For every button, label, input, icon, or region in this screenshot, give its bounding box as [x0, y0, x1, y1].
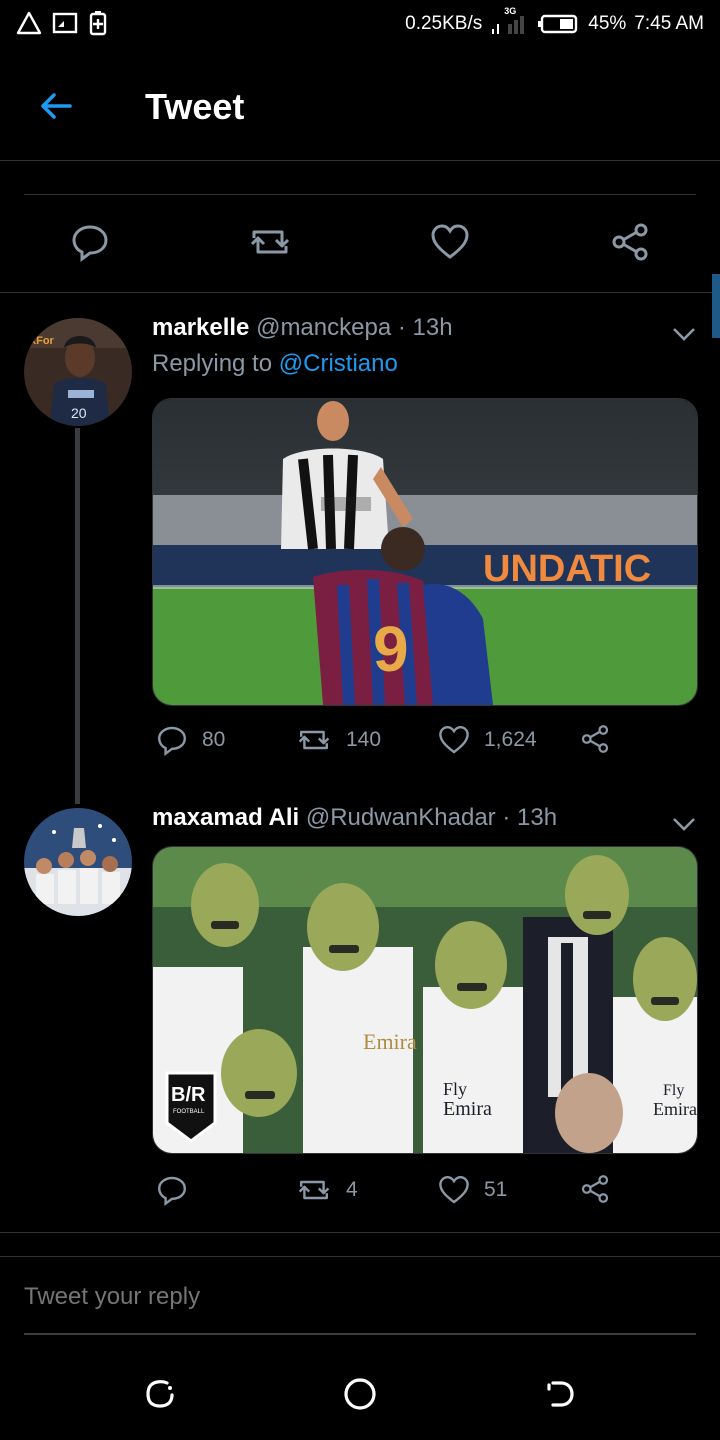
retweet-count: 4: [346, 1178, 358, 1201]
status-icons-left: [16, 10, 108, 36]
timestamp: · 13h: [397, 314, 453, 341]
user-handle[interactable]: @manckepa: [256, 314, 391, 341]
svg-text:Fly: Fly: [663, 1082, 684, 1099]
tweet-menu-button[interactable]: [670, 810, 698, 838]
chevron-down-icon: [673, 328, 695, 341]
divider: [0, 1232, 720, 1233]
home-button[interactable]: [340, 1374, 380, 1414]
display-name[interactable]: markelle: [152, 314, 249, 341]
svg-text:Fly: Fly: [443, 1079, 467, 1099]
tweet-header: maxamad Ali @RudwanKhadar · 13h: [152, 804, 557, 832]
warning-icon: [16, 11, 42, 35]
reply-count: 80: [202, 728, 226, 751]
photo-real-madrid-meme: Emira Fly Emira Fly Emira B/R FOOTBALL: [153, 847, 697, 1153]
back-button[interactable]: [34, 84, 78, 128]
page-title: Tweet: [145, 86, 245, 127]
display-name[interactable]: maxamad Ali: [152, 804, 299, 831]
photo-soccer-celebration: UNDATIC 9: [153, 399, 697, 705]
tweet-actions: 80 140 1,624: [152, 724, 712, 764]
mention-link[interactable]: @Cristiano: [279, 350, 398, 377]
heart-icon: [439, 725, 469, 754]
network-speed: 0.25KB/s: [405, 13, 483, 34]
tweet-image[interactable]: Emira Fly Emira Fly Emira B/R FOOTBALL: [152, 846, 698, 1154]
reply-button[interactable]: [156, 1174, 202, 1206]
svg-text:9: 9: [373, 613, 409, 685]
battery-icon: [538, 13, 580, 35]
reply-input-underline: [24, 1333, 696, 1335]
recents-button[interactable]: [140, 1374, 180, 1414]
retweet-button[interactable]: 4: [296, 1174, 358, 1206]
thread-line: [75, 428, 80, 804]
tweet-header: markelle @manckepa · 13h: [152, 314, 453, 342]
retweet-icon: [250, 230, 290, 254]
share-icon: [581, 725, 609, 753]
heart-icon: [431, 224, 469, 259]
avatar[interactable]: [24, 808, 132, 916]
share-button[interactable]: [608, 220, 652, 264]
avatar-team-celebration: [24, 808, 132, 916]
avatar-basketball-player: xFor 20: [24, 318, 132, 426]
reply-composer: [0, 1256, 720, 1335]
retweet-button[interactable]: [248, 220, 292, 264]
battery-saver-icon: [88, 10, 108, 36]
like-button[interactable]: 1,624: [438, 724, 537, 756]
reply-button[interactable]: [68, 220, 112, 264]
like-count: 51: [484, 1178, 508, 1201]
svg-text:xFor: xFor: [30, 335, 55, 347]
divider: [0, 292, 720, 293]
retweet-count: 140: [346, 728, 382, 751]
back-nav-button[interactable]: [540, 1374, 580, 1414]
svg-text:Emira: Emira: [443, 1098, 492, 1120]
system-nav-bar: [0, 1350, 720, 1440]
reply-icon: [72, 225, 108, 262]
timestamp: · 13h: [502, 804, 558, 831]
tweet-actions: 4 51: [152, 1174, 712, 1214]
signal-icon: 3G: [490, 6, 530, 36]
main-tweet-actions: [0, 196, 720, 292]
user-handle[interactable]: @RudwanKhadar: [306, 804, 496, 831]
share-button[interactable]: [580, 724, 610, 754]
scrollbar-thumb[interactable]: [712, 274, 720, 338]
back-nav-icon: [547, 1381, 574, 1407]
replying-to: Replying to @Cristiano: [152, 350, 398, 377]
home-circle-icon: [344, 1378, 376, 1410]
br-logo: B/R: [171, 1084, 206, 1106]
reply-icon: [157, 1176, 187, 1206]
battery-percent: 45%: [588, 13, 627, 34]
share-button[interactable]: [580, 1174, 610, 1204]
heart-icon: [439, 1175, 469, 1204]
recents-icon: [146, 1380, 174, 1408]
share-icon: [612, 223, 648, 261]
clock: 7:45 AM: [634, 13, 704, 34]
reply-input[interactable]: [24, 1277, 696, 1317]
divider: [24, 194, 696, 195]
svg-text:FOOTBALL: FOOTBALL: [173, 1109, 205, 1115]
retweet-icon: [298, 1180, 330, 1200]
like-button[interactable]: 51: [438, 1174, 507, 1206]
top-app-bar: Tweet: [0, 50, 720, 161]
svg-text:20: 20: [71, 405, 87, 421]
chevron-down-icon: [673, 818, 695, 831]
tweet-menu-button[interactable]: [670, 320, 698, 348]
reply-button[interactable]: 80: [156, 724, 225, 756]
status-bar: 0.25KB/s 3G 45% 7:45 AM: [0, 0, 720, 50]
share-icon: [581, 1175, 609, 1203]
svg-text:UNDATIC: UNDATIC: [483, 548, 651, 590]
reply-icon: [157, 726, 187, 756]
retweet-icon: [298, 730, 330, 750]
retweet-button[interactable]: 140: [296, 724, 381, 756]
like-count: 1,624: [484, 728, 537, 751]
screen-cast-icon: [52, 11, 78, 35]
arrow-left-icon: [41, 93, 72, 119]
avatar[interactable]: xFor 20: [24, 318, 132, 426]
like-button[interactable]: [428, 220, 472, 264]
svg-text:Emira: Emira: [363, 1029, 417, 1054]
svg-text:Emira: Emira: [653, 1099, 697, 1119]
status-icons-right: 0.25KB/s 3G 45% 7:45 AM: [405, 6, 704, 36]
tweet-image[interactable]: UNDATIC 9: [152, 398, 698, 706]
